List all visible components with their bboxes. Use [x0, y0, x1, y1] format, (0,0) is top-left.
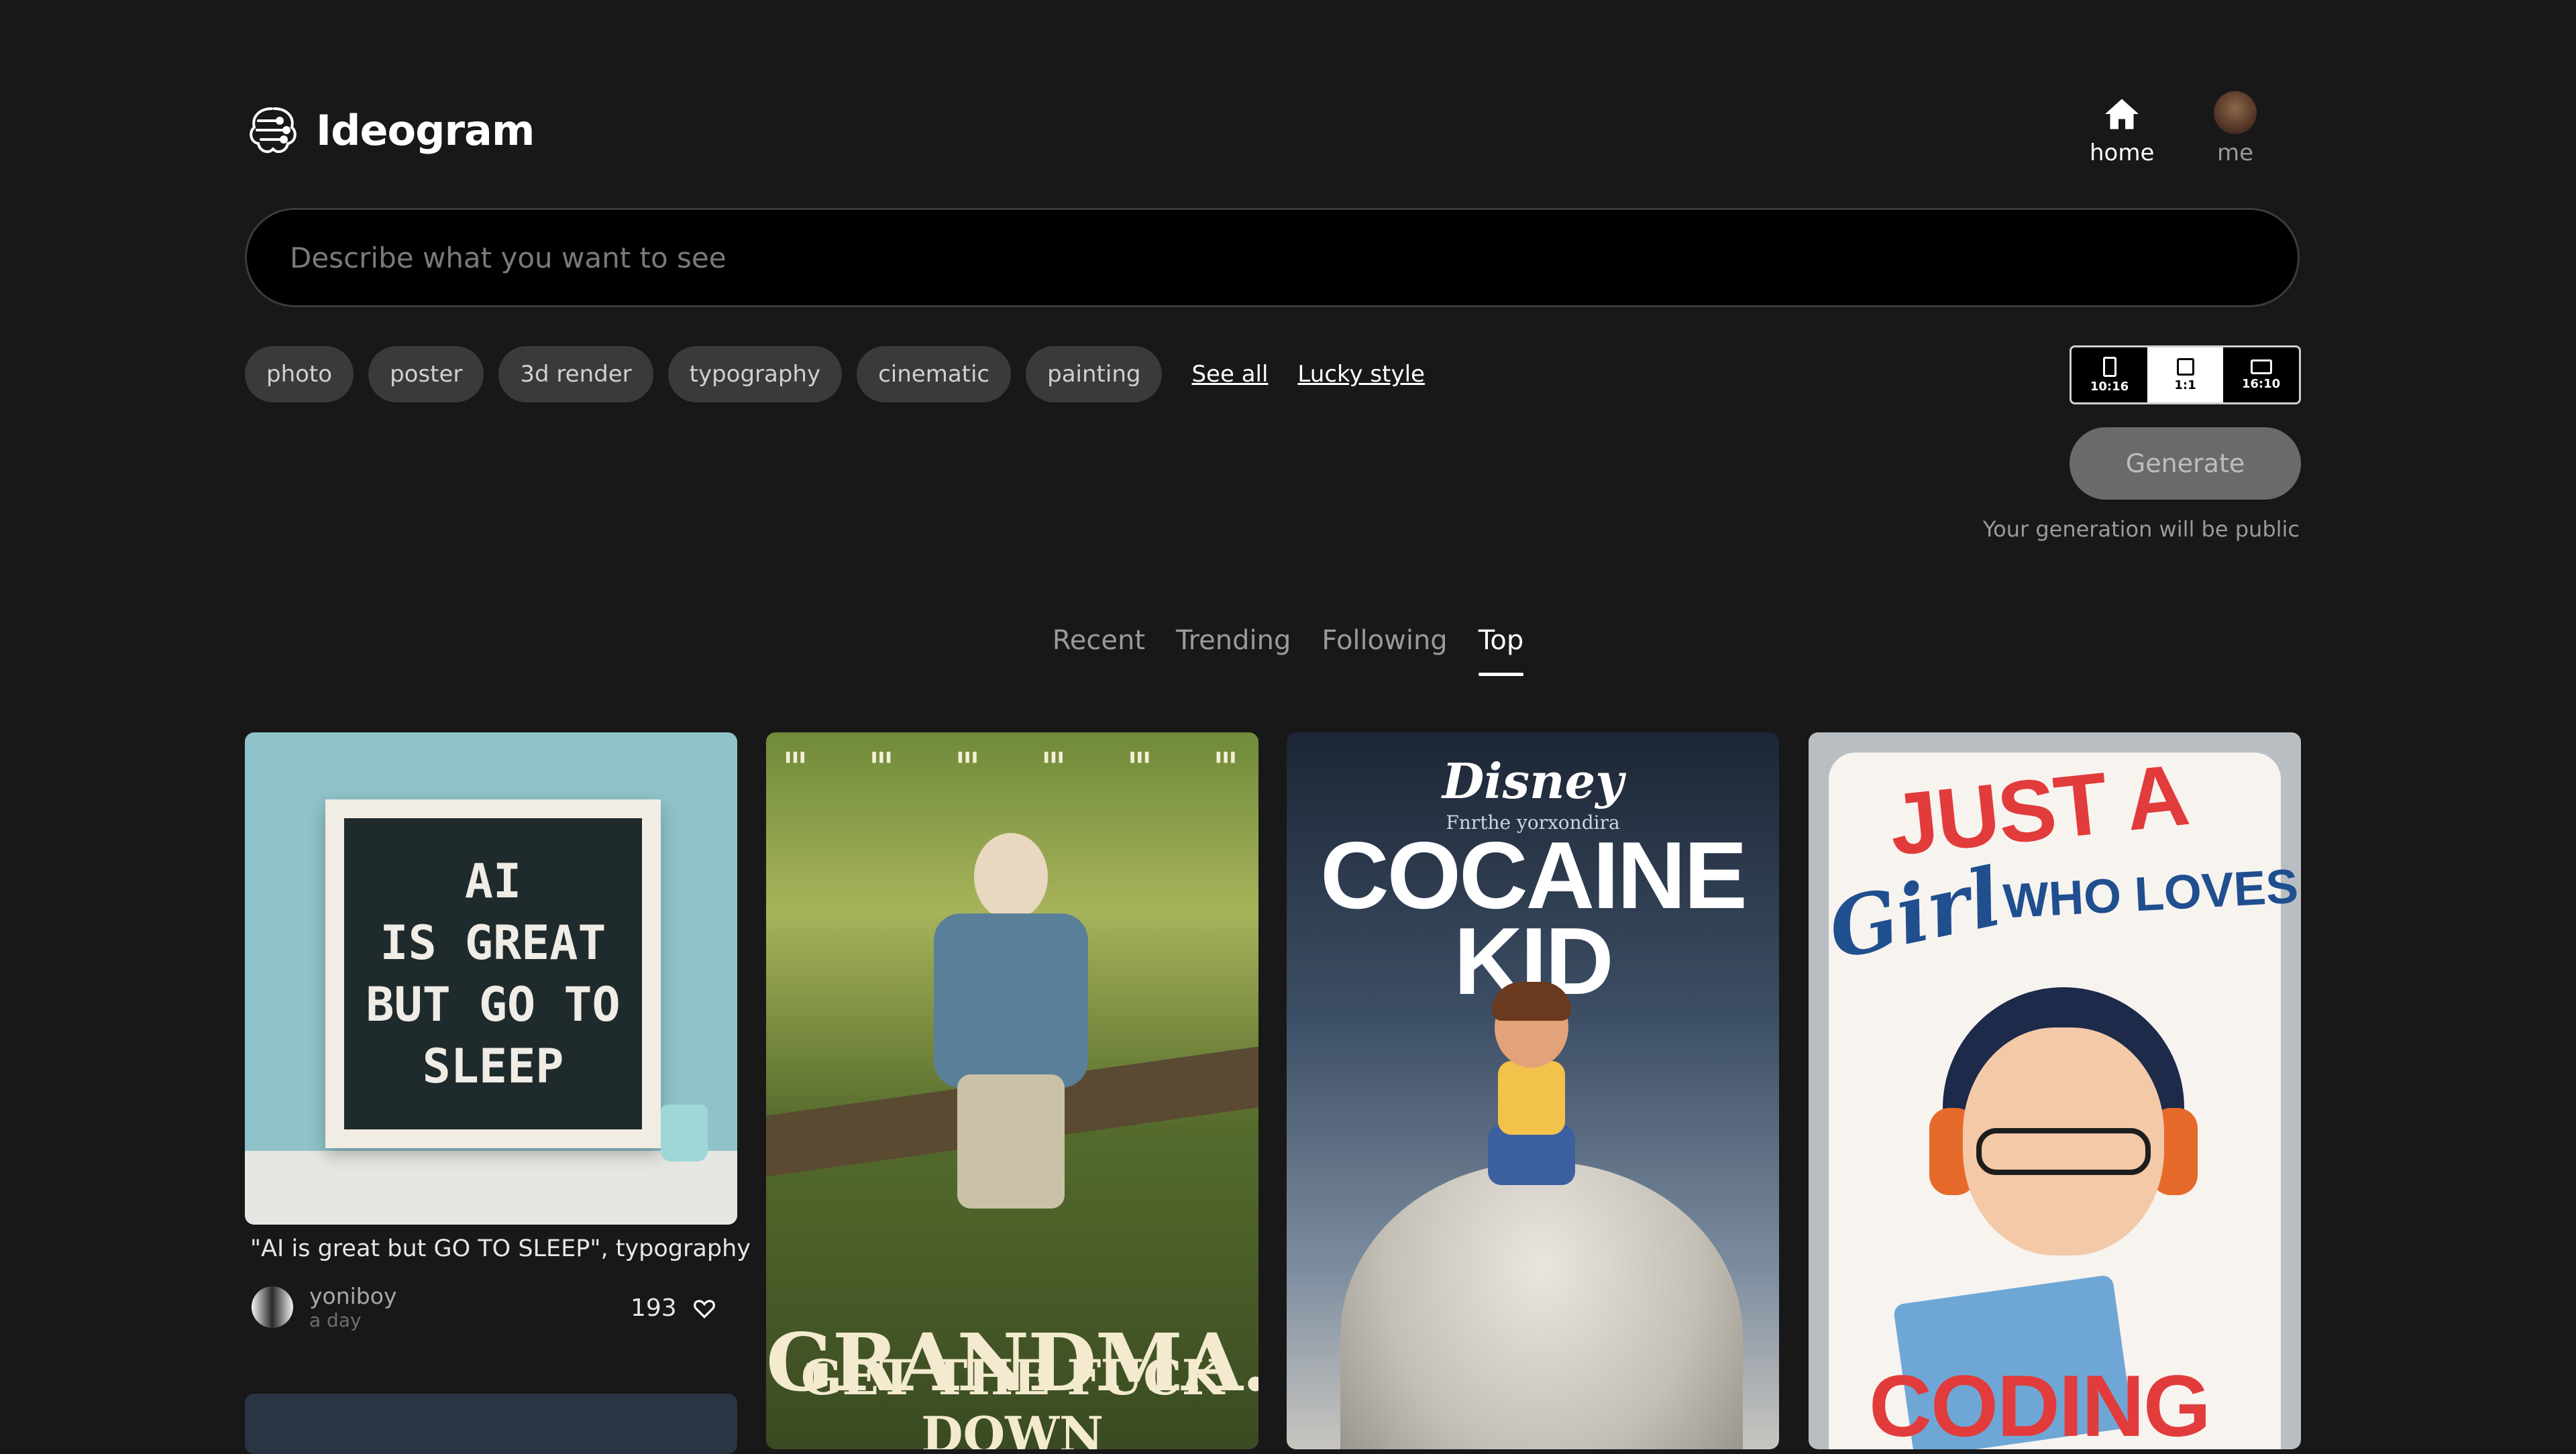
image-card[interactable]: AI IS GREAT BUT GO TO SLEEP	[245, 732, 737, 1225]
shelf	[245, 1151, 737, 1225]
image-card[interactable]: Disney Fnrthe yorxondira COCAINE KID	[1287, 732, 1779, 1449]
prompt-bar[interactable]	[245, 208, 2300, 307]
image-text-line: SLEEP	[422, 1039, 564, 1094]
poster-frame: AI IS GREAT BUT GO TO SLEEP	[325, 799, 661, 1148]
style-chip-typography[interactable]: typography	[667, 346, 843, 402]
sticker-text-bottom: CODING	[1869, 1357, 2211, 1449]
style-chip-cinematic[interactable]: cinematic	[857, 346, 1012, 402]
card-author[interactable]: yoniboy a day	[252, 1283, 396, 1331]
heart-icon[interactable]	[692, 1296, 717, 1321]
landscape-icon	[2250, 359, 2272, 374]
nav-home-label: home	[2090, 139, 2155, 166]
author-name: yoniboy	[309, 1283, 397, 1309]
avatar	[2214, 91, 2257, 134]
style-chip-photo[interactable]: photo	[245, 346, 354, 402]
avatar	[252, 1286, 293, 1328]
poster-title: COCAINE KID	[1320, 822, 1748, 1015]
style-chip-3d-render[interactable]: 3d render	[498, 346, 653, 402]
tab-recent[interactable]: Recent	[1053, 625, 1145, 676]
kid-figure	[1481, 982, 1582, 1188]
tab-trending[interactable]: Trending	[1176, 625, 1291, 676]
tab-top[interactable]: Top	[1478, 625, 1523, 676]
nav-home[interactable]: home	[2090, 94, 2154, 166]
poster-subtitle: GET THE FUCK DOWN	[800, 1349, 1224, 1449]
home-icon	[2105, 99, 2139, 129]
see-all-link[interactable]: See all	[1191, 361, 1268, 388]
grandma-figure	[920, 833, 1102, 1209]
image-card[interactable]: ▌▌▌ ▌▌▌ ▌▌▌ ▌▌▌ ▌▌▌ ▌▌▌ GRANDMA. GET THE FUCK…	[766, 732, 1258, 1449]
aspect-ratio-1-1[interactable]: 1:1	[2147, 347, 2223, 402]
brand-name: Ideogram	[316, 105, 535, 155]
public-notice: Your generation will be public	[1982, 516, 2300, 542]
like-count: 193	[631, 1294, 677, 1322]
card-caption[interactable]: "AI is great but GO TO SLEEP", typograph…	[250, 1235, 751, 1262]
style-chip-painting[interactable]: painting	[1026, 346, 1163, 402]
nav-me-label: me	[2216, 139, 2254, 166]
square-icon	[2176, 357, 2194, 376]
brand-logo[interactable]: Ideogram	[245, 102, 535, 158]
aspect-ratio-label: 10:16	[2090, 379, 2129, 394]
lucky-style-link[interactable]: Lucky style	[1297, 361, 1425, 388]
credits-strip: ▌▌▌ ▌▌▌ ▌▌▌ ▌▌▌ ▌▌▌ ▌▌▌	[786, 752, 1238, 763]
like-control[interactable]: 193	[631, 1294, 717, 1322]
portrait-icon	[2102, 356, 2116, 377]
brain-icon	[250, 107, 297, 154]
powder-mound	[1340, 1162, 1743, 1449]
prompt-input[interactable]	[288, 240, 2298, 275]
aspect-ratio-10-16[interactable]: 10:16	[2072, 347, 2147, 402]
style-chip-poster[interactable]: poster	[368, 346, 484, 402]
nav-me[interactable]: me	[2214, 91, 2257, 166]
poster-brand: Disney	[1442, 752, 1624, 809]
generate-button[interactable]: Generate	[2070, 427, 2301, 500]
image-text-line: AI	[464, 854, 522, 909]
image-text-line: IS GREAT	[380, 915, 606, 970]
aspect-ratio-16-10[interactable]: 16:10	[2223, 347, 2299, 402]
aspect-ratio-label: 16:10	[2241, 376, 2281, 391]
image-text-line: BUT GO TO	[366, 977, 621, 1032]
aspect-ratio-label: 1:1	[2174, 378, 2196, 392]
post-time: a day	[309, 1309, 362, 1331]
image-card[interactable]: JUST A Girl WHO LOVES CODING	[1809, 732, 2301, 1449]
tab-following[interactable]: Following	[1322, 625, 1447, 676]
image-card[interactable]	[245, 1394, 737, 1454]
style-chips: photo poster 3d render typography cinema…	[245, 346, 1425, 402]
feed-tabs: Recent Trending Following Top	[0, 625, 2576, 676]
mug	[661, 1105, 708, 1162]
glasses	[1976, 1128, 2151, 1175]
aspect-ratio-selector: 10:16 1:1 16:10	[2070, 345, 2301, 404]
